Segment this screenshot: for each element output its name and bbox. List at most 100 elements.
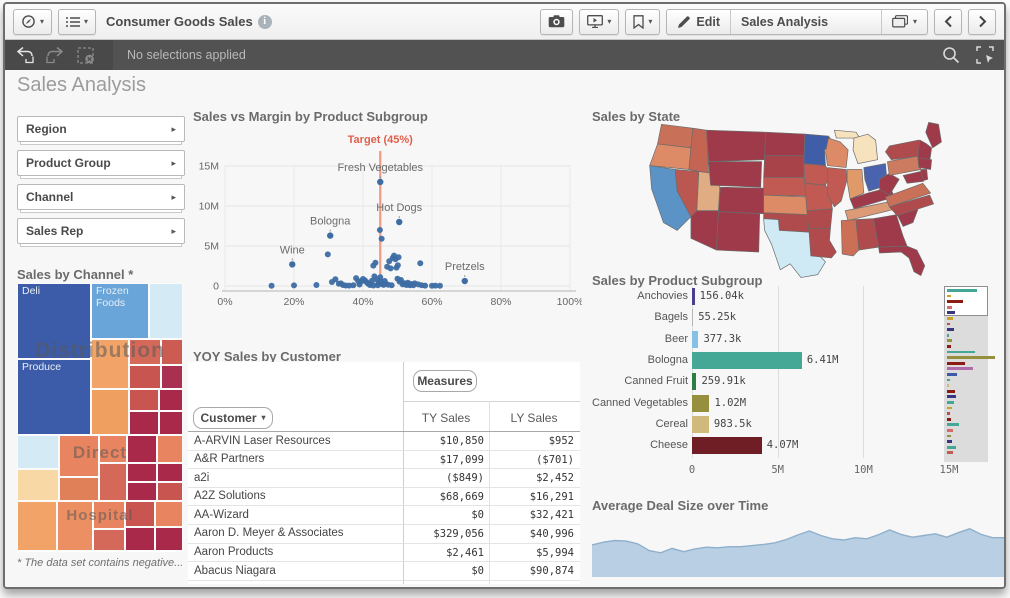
table-row[interactable]: A-ARVIN Laser Resources$10,850$952 <box>188 432 580 451</box>
state-nd[interactable] <box>765 132 805 156</box>
scatter-point[interactable] <box>372 260 378 266</box>
treemap-cell[interactable] <box>129 389 159 411</box>
sales-by-subgroup-bar-chart[interactable]: 05M10M15MAnchovies156.04kBagels55.25kBee… <box>592 286 1004 486</box>
customer-cell[interactable]: Abacus Niagara <box>194 565 276 577</box>
state-ne[interactable] <box>764 177 807 196</box>
scatter-point[interactable] <box>396 254 402 260</box>
treemap-cell[interactable] <box>155 501 183 527</box>
state-nm[interactable] <box>716 212 759 252</box>
scatter-point[interactable] <box>325 251 331 257</box>
state-co[interactable] <box>718 187 765 214</box>
state-mi[interactable] <box>853 134 878 163</box>
treemap-cell[interactable] <box>161 365 183 389</box>
state-or[interactable] <box>650 144 691 170</box>
previous-sheet-button[interactable] <box>934 9 962 35</box>
state-mdde[interactable] <box>903 171 924 183</box>
treemap-cell[interactable] <box>127 435 157 463</box>
treemap-cell[interactable] <box>129 365 161 389</box>
bar-bologna[interactable] <box>692 352 802 369</box>
treemap-cell[interactable] <box>157 435 183 463</box>
bar-cereal[interactable] <box>692 416 709 433</box>
table-row[interactable]: AA-Wizard$0$32,421 <box>188 506 580 525</box>
sales-vs-margin-scatter[interactable]: 0%20%40%60%80%100%05M10M15MTarget (45%)W… <box>186 125 582 313</box>
state-ks[interactable] <box>764 195 808 215</box>
sheet-list-button[interactable]: ▾ <box>881 10 927 34</box>
table-row[interactable]: Abacus Niagara$0$90,874 <box>188 562 580 581</box>
bar-chart-scroll-preview[interactable] <box>944 286 1000 464</box>
treemap-cell[interactable] <box>99 463 127 501</box>
scatter-point[interactable] <box>389 282 395 288</box>
customer-cell[interactable]: A2Z Solutions <box>194 490 266 502</box>
column-header-ty-sales[interactable]: TY Sales <box>408 411 484 425</box>
scatter-point[interactable] <box>395 262 401 268</box>
filter-region[interactable]: Region▸ <box>17 116 185 142</box>
scatter-point[interactable] <box>377 227 383 233</box>
bar-canned-vegetables[interactable] <box>692 395 709 412</box>
table-row[interactable]: Aaron Products$2,461$5,994 <box>188 544 580 563</box>
treemap-cell[interactable] <box>129 339 161 365</box>
table-row[interactable]: a2i($849)$2,452 <box>188 469 580 488</box>
treemap-cell[interactable] <box>159 389 183 411</box>
customer-cell[interactable]: A-ARVIN Laser Resources <box>194 435 331 447</box>
treemap-cell[interactable] <box>93 529 125 551</box>
treemap-cell[interactable] <box>157 463 183 482</box>
scatter-point[interactable] <box>417 260 423 266</box>
treemap-cell[interactable] <box>125 527 155 551</box>
state-la[interactable] <box>809 228 837 257</box>
state-in[interactable] <box>847 170 864 199</box>
next-sheet-button[interactable] <box>968 9 996 35</box>
treemap-cell[interactable] <box>93 501 125 529</box>
treemap-cell[interactable]: Frozen Foods <box>91 283 149 339</box>
navigation-menu-button[interactable]: ▾ <box>13 9 52 35</box>
treemap-cell[interactable] <box>59 435 99 477</box>
treemap-cell[interactable] <box>17 469 59 501</box>
snapshot-button[interactable] <box>540 9 573 35</box>
info-icon[interactable]: i <box>258 15 272 29</box>
treemap-cell[interactable] <box>155 527 183 551</box>
scatter-point[interactable] <box>388 265 394 271</box>
sales-by-state-map[interactable] <box>632 118 966 278</box>
treemap-cell[interactable] <box>91 339 129 389</box>
treemap-cell[interactable] <box>125 501 155 527</box>
story-play-button[interactable]: ▾ <box>579 9 619 35</box>
state-ia[interactable] <box>804 164 831 186</box>
bar-row[interactable]: Canned Vegetables1.02M <box>592 393 1004 414</box>
treemap-cell[interactable] <box>129 411 159 435</box>
scatter-point[interactable] <box>379 236 385 242</box>
state-ar[interactable] <box>807 209 833 229</box>
edit-button[interactable]: Edit <box>667 10 730 34</box>
bar-beer[interactable] <box>692 331 698 348</box>
bar-row[interactable]: Bagels55.25k <box>592 307 1004 328</box>
smart-search-icon[interactable] <box>942 46 960 64</box>
treemap-cell[interactable] <box>159 411 183 435</box>
state-sd[interactable] <box>764 156 804 178</box>
customer-cell[interactable]: a2i <box>194 472 209 484</box>
treemap-cell[interactable] <box>127 463 157 482</box>
bookmark-button[interactable]: ▾ <box>625 9 660 35</box>
treemap-cell[interactable]: Produce <box>17 359 91 435</box>
treemap-cell[interactable] <box>59 477 99 501</box>
scatter-point[interactable] <box>269 283 275 289</box>
scatter-point-labeled[interactable] <box>396 219 402 225</box>
bar-row[interactable]: Cereal983.5k <box>592 414 1004 435</box>
bar-row[interactable]: Beer377.3k <box>592 329 1004 350</box>
bar-canned-fruit[interactable] <box>692 373 696 390</box>
scatter-point-labeled[interactable] <box>327 232 333 238</box>
scatter-point[interactable] <box>313 282 319 288</box>
avg-deal-size-area-chart[interactable] <box>592 511 1004 577</box>
state-mt[interactable] <box>707 130 766 161</box>
measures-column-button[interactable]: Measures <box>413 370 477 392</box>
state-miup[interactable] <box>834 130 860 138</box>
state-fl[interactable] <box>879 246 925 275</box>
filter-sales-rep[interactable]: Sales Rep▸ <box>17 218 185 244</box>
table-row[interactable]: Aaron D. Meyer & Associates$329,056$40,9… <box>188 525 580 544</box>
scatter-point[interactable] <box>437 283 443 289</box>
sales-by-channel-treemap[interactable]: DeliProduceFrozen FoodsDistributionDirec… <box>17 283 183 552</box>
customer-cell[interactable]: AA-Wizard <box>194 509 249 521</box>
treemap-cell[interactable] <box>161 339 183 365</box>
state-id[interactable] <box>689 128 709 173</box>
bar-row[interactable]: Cheese4.07M <box>592 435 1004 456</box>
treemap-cell[interactable] <box>127 482 157 501</box>
global-menu-button[interactable]: ▾ <box>58 9 96 35</box>
column-header-ly-sales[interactable]: LY Sales <box>494 411 574 425</box>
